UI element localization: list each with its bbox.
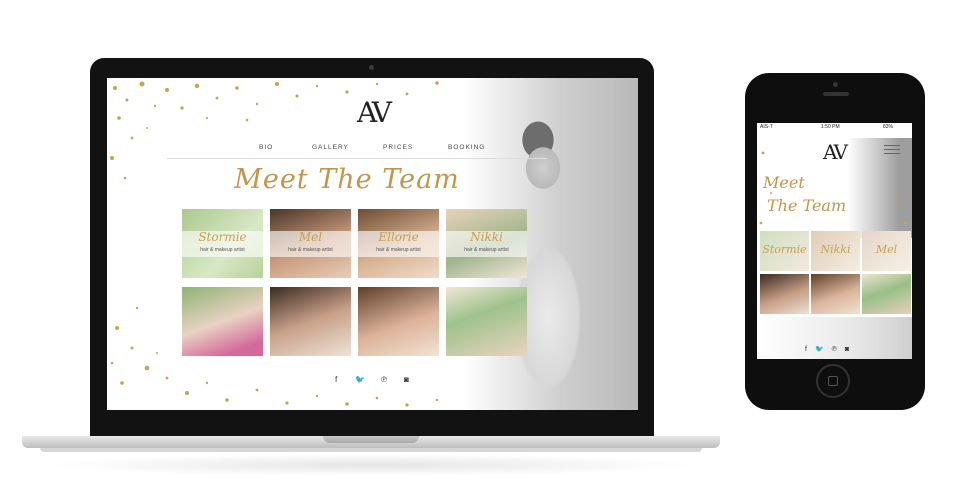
laptop-foot (40, 448, 702, 452)
team-name: Stormie (762, 243, 807, 256)
page-title-line1: Meet (763, 173, 805, 192)
laptop-shadow (40, 454, 702, 476)
team-role: hair & makeup artist (200, 247, 245, 253)
portfolio-photo[interactable] (811, 274, 860, 314)
team-role: hair & makeup artist (288, 247, 333, 253)
facebook-icon[interactable]: f (335, 375, 337, 384)
portfolio-photo[interactable] (270, 287, 351, 356)
pinterest-icon[interactable]: ℗ (381, 375, 387, 384)
portfolio-photo[interactable] (760, 274, 809, 314)
portfolio-photo[interactable] (446, 287, 527, 356)
home-button-square (828, 376, 838, 386)
phone-screen: AIS-T 1:50 PM 83% AV Meet The Team Storm… (757, 123, 912, 359)
nav-gallery[interactable]: GALLERY (312, 144, 349, 156)
portfolio-photo[interactable] (182, 287, 263, 356)
twitter-icon[interactable]: 🐦 (355, 375, 365, 384)
team-name: Stormie (198, 230, 247, 244)
site-logo[interactable]: AV (823, 140, 848, 164)
status-bar: AIS-T 1:50 PM 83% (757, 123, 912, 132)
page-title: Meet The Team (234, 164, 460, 195)
team-tile-nikki[interactable]: Nikki (811, 231, 860, 271)
team-tile-mel[interactable]: Mel (862, 231, 911, 271)
team-role: hair & makeup artist (464, 247, 509, 253)
team-tile-mel[interactable]: Mel hair & makeup artist (270, 209, 351, 278)
instagram-icon[interactable]: ◙ (404, 375, 409, 384)
team-name: Nikki (470, 230, 503, 244)
social-icons-row[interactable]: f🐦℗◙ (805, 345, 857, 353)
nav-booking[interactable]: BOOKING (448, 144, 485, 156)
clock-label: 1:50 PM (821, 124, 840, 130)
nav-prices[interactable]: PRICES (383, 144, 413, 156)
phone-speaker (823, 92, 849, 96)
carrier-label: AIS-T (760, 124, 773, 130)
team-tile-nikki[interactable]: Nikki hair & makeup artist (446, 209, 527, 278)
laptop-notch (323, 436, 419, 443)
portfolio-photo[interactable] (358, 287, 439, 356)
team-role: hair & makeup artist (376, 247, 421, 253)
laptop-screen: AV BIO GALLERY PRICES BOOKING Meet The T… (107, 78, 638, 410)
team-tile-stormie[interactable]: Stormie hair & makeup artist (182, 209, 263, 278)
laptop-camera (369, 65, 374, 70)
portfolio-photo[interactable] (862, 274, 911, 314)
team-name: Ellorie (378, 230, 419, 244)
team-name: Mel (298, 230, 323, 244)
team-name: Mel (875, 243, 898, 256)
team-name: Nikki (820, 243, 851, 256)
nav-divider (167, 158, 547, 159)
menu-icon[interactable] (884, 145, 900, 154)
team-tile-ellorie[interactable]: Ellorie hair & makeup artist (358, 209, 439, 278)
phone-camera (833, 82, 838, 87)
site-logo[interactable]: AV (107, 96, 638, 129)
nav-bio[interactable]: BIO (259, 144, 273, 156)
team-tile-stormie[interactable]: Stormie (760, 231, 809, 271)
page-title-line2: The Team (767, 196, 847, 215)
battery-label: 83% (883, 124, 894, 130)
